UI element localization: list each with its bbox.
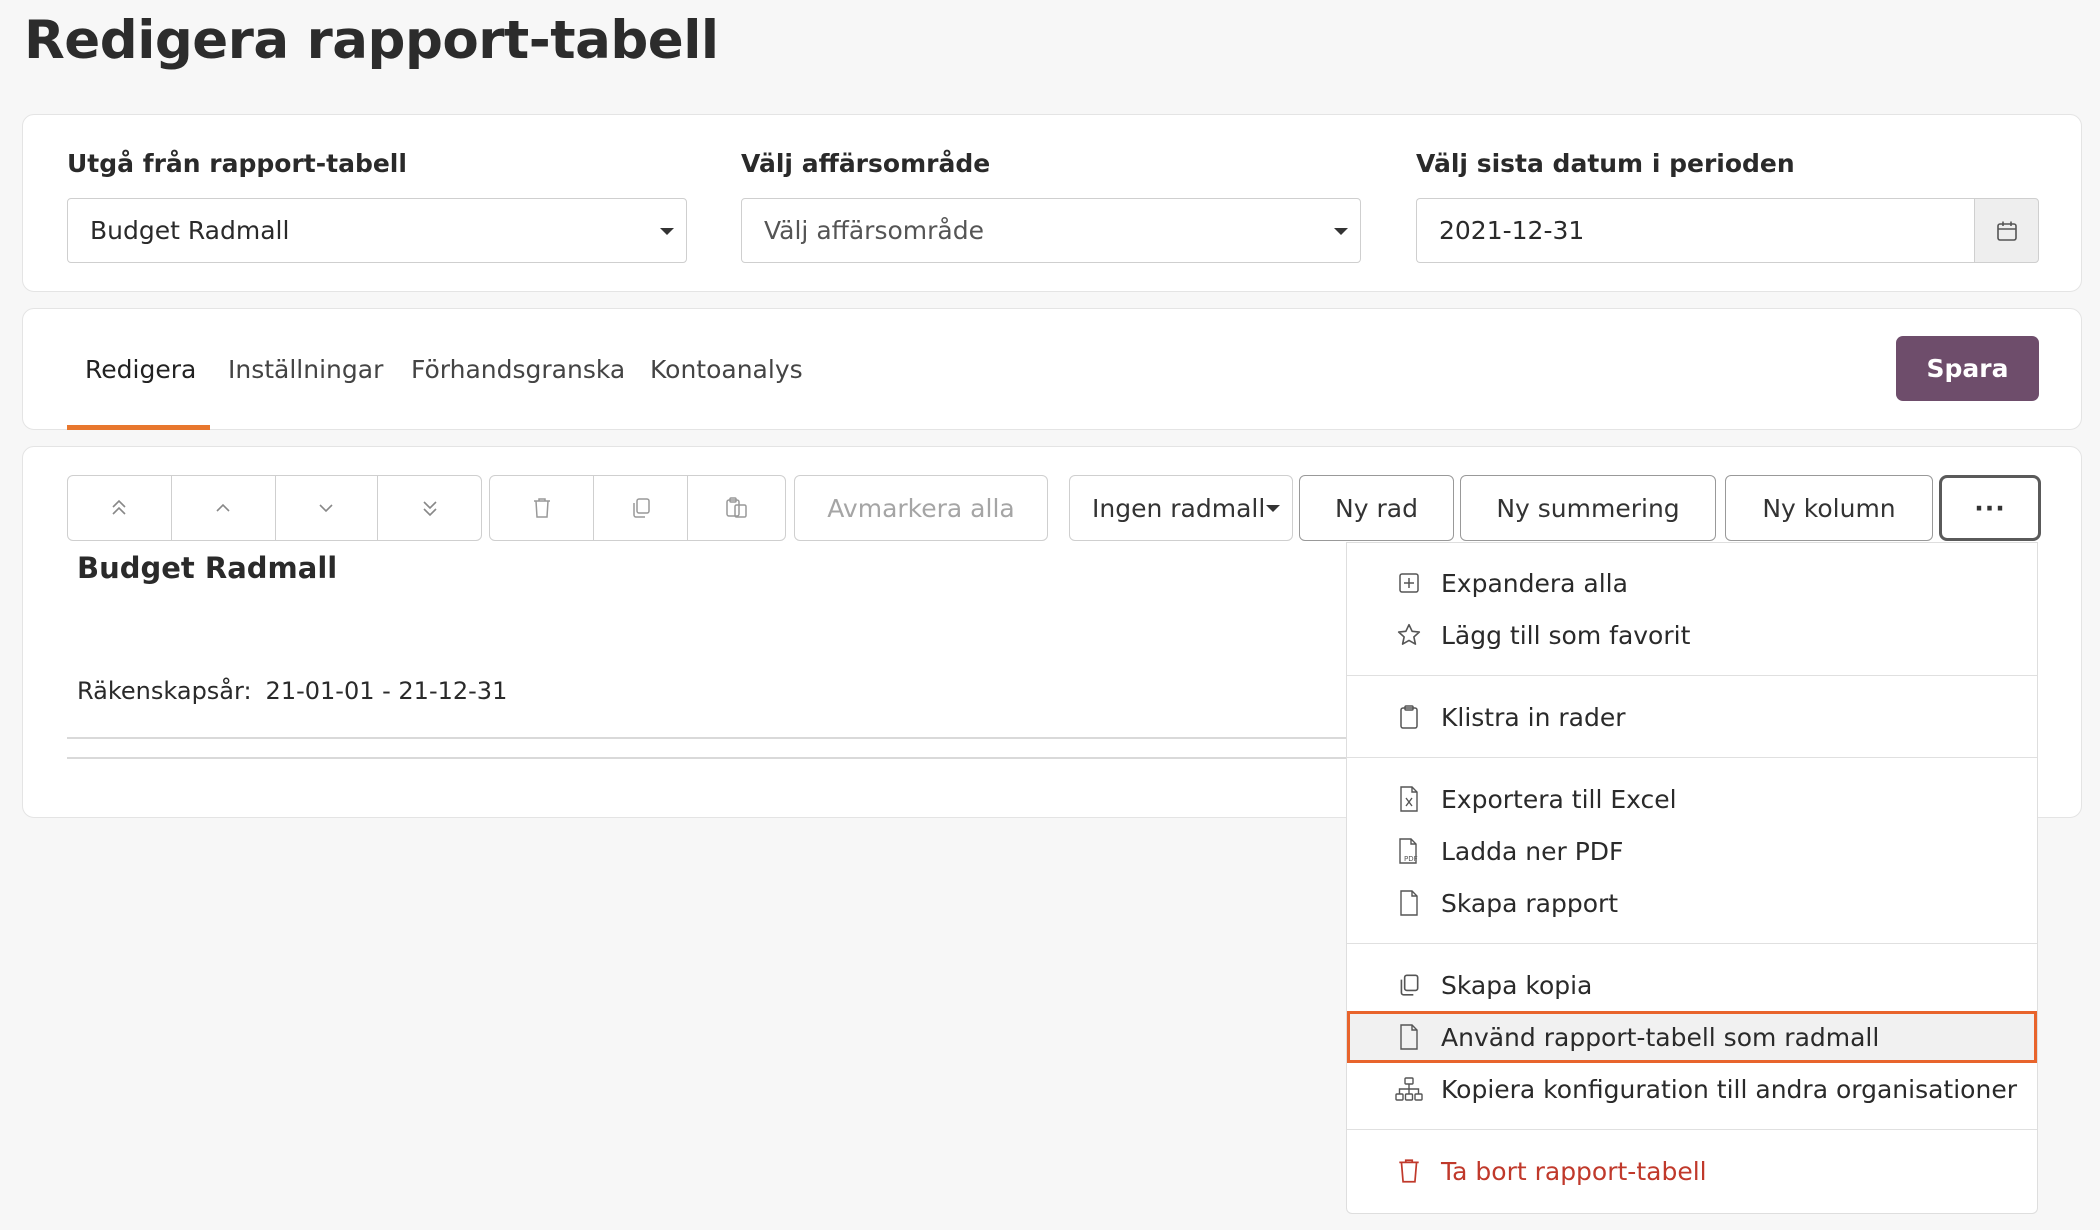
menu-item-label: Expandera alla [1441,568,1628,598]
move-top-button[interactable] [68,476,172,540]
menu-item-label: Lägg till som favorit [1441,620,1691,650]
delete-row-button[interactable] [490,476,594,540]
menu-item-add-favorite[interactable]: Lägg till som favorit [1347,609,2037,661]
move-up-button[interactable] [172,476,276,540]
menu-item-download-pdf[interactable]: PDF Ladda ner PDF [1347,825,2037,877]
new-summation-button[interactable]: Ny summering [1460,475,1716,541]
copy-row-button[interactable] [594,476,688,540]
menu-item-label: Ladda ner PDF [1441,836,1624,866]
page-title: Redigera rapport-tabell [24,10,719,71]
file-icon [1395,889,1423,917]
row-template-value: Ingen radmall [1092,493,1266,523]
copy-icon [1395,971,1423,999]
menu-divider [1347,757,2037,758]
pdf-file-icon: PDF [1395,837,1423,865]
file-icon [1395,1023,1423,1051]
new-column-button[interactable]: Ny kolumn [1725,475,1933,541]
menu-item-paste-rows[interactable]: Klistra in rader [1347,691,2037,743]
fiscal-year-value: 21-01-01 - 21-12-31 [265,677,508,705]
menu-divider [1347,1129,2037,1130]
source-select-value: Budget Radmall [90,216,290,245]
excel-file-icon [1395,785,1423,813]
report-title: Budget Radmall [77,551,338,585]
double-chevron-down-icon [423,501,437,517]
move-down-button[interactable] [276,476,379,540]
area-select-value: Välj affärsområde [764,216,984,245]
tab-kontoanalys[interactable]: Kontoanalys [650,355,803,384]
trash-icon [533,498,550,518]
calendar-icon [1996,221,2017,241]
more-options-menu: Expandera alla Lägg till som favorit Kli… [1346,542,2038,1214]
double-chevron-up-icon [112,499,126,515]
source-field: Utgå från rapport-tabell Budget Radmall [67,149,687,263]
date-label: Välj sista datum i perioden [1416,149,1795,178]
more-options-button[interactable]: ··· [1939,475,2041,541]
menu-item-delete-table[interactable]: Ta bort rapport-tabell [1347,1145,2037,1197]
chevron-down-icon [319,504,333,513]
date-field: Välj sista datum i perioden 2021-12-31 [1416,149,2039,263]
row-template-select[interactable]: Ingen radmall [1069,475,1293,541]
move-button-group [67,475,482,541]
menu-item-create-report[interactable]: Skapa rapport [1347,877,2037,929]
tabs-card: Redigera Inställningar Förhandsgranska K… [22,308,2082,430]
tab-installningar[interactable]: Inställningar [228,355,383,384]
fiscal-year: Räkenskapsår: 21-01-01 - 21-12-31 [77,677,521,705]
paste-row-button[interactable] [688,476,785,540]
svg-text:PDF: PDF [1404,855,1418,863]
new-row-button[interactable]: Ny rad [1299,475,1454,541]
menu-item-label: Klistra in rader [1441,702,1626,732]
copy-icon [632,498,650,518]
area-select[interactable]: Välj affärsområde [741,198,1361,263]
divider [67,757,1367,759]
chevron-up-icon [216,503,230,512]
menu-item-expand-all[interactable]: Expandera alla [1347,557,2037,609]
menu-item-label: Kopiera konfiguration till andra organis… [1441,1074,2017,1104]
caret-down-icon [660,228,674,235]
save-button[interactable]: Spara [1896,336,2039,401]
trash-icon [1395,1157,1423,1185]
row-action-group [489,475,786,541]
menu-divider [1347,943,2037,944]
caret-down-icon [1266,505,1280,512]
menu-item-label: Exportera till Excel [1441,784,1677,814]
plus-square-icon [1395,569,1423,597]
menu-item-export-excel[interactable]: Exportera till Excel [1347,773,2037,825]
menu-item-copy-config[interactable]: Kopiera konfiguration till andra organis… [1347,1063,2037,1115]
filters-card: Utgå från rapport-tabell Budget Radmall … [22,114,2082,292]
move-bottom-button[interactable] [378,476,481,540]
paste-icon [725,497,747,518]
star-icon [1395,621,1423,649]
menu-item-label: Skapa rapport [1441,888,1619,918]
menu-item-label: Ta bort rapport-tabell [1441,1156,1707,1186]
caret-down-icon [1334,228,1348,235]
area-field: Välj affärsområde Välj affärsområde [741,149,1361,263]
source-label: Utgå från rapport-tabell [67,149,407,178]
area-label: Välj affärsområde [741,149,991,178]
fiscal-year-label: Räkenskapsår: [77,677,252,705]
date-picker: 2021-12-31 [1416,198,2039,263]
deselect-all-button[interactable]: Avmarkera alla [794,475,1048,541]
tab-redigera[interactable]: Redigera [85,355,196,384]
source-select[interactable]: Budget Radmall [67,198,687,263]
date-input[interactable]: 2021-12-31 [1416,198,1974,263]
menu-item-create-copy[interactable]: Skapa kopia [1347,959,2037,1011]
menu-item-label: Skapa kopia [1441,970,1593,1000]
calendar-button[interactable] [1974,198,2039,263]
menu-item-label: Använd rapport-tabell som radmall [1441,1022,1880,1052]
org-tree-icon [1395,1075,1423,1103]
menu-item-use-as-template[interactable]: Använd rapport-tabell som radmall [1347,1011,2037,1063]
clipboard-icon [1395,703,1423,731]
tab-forhandsgranska[interactable]: Förhandsgranska [411,355,625,384]
divider [67,737,1367,739]
menu-divider [1347,675,2037,676]
active-tab-indicator [67,425,210,430]
